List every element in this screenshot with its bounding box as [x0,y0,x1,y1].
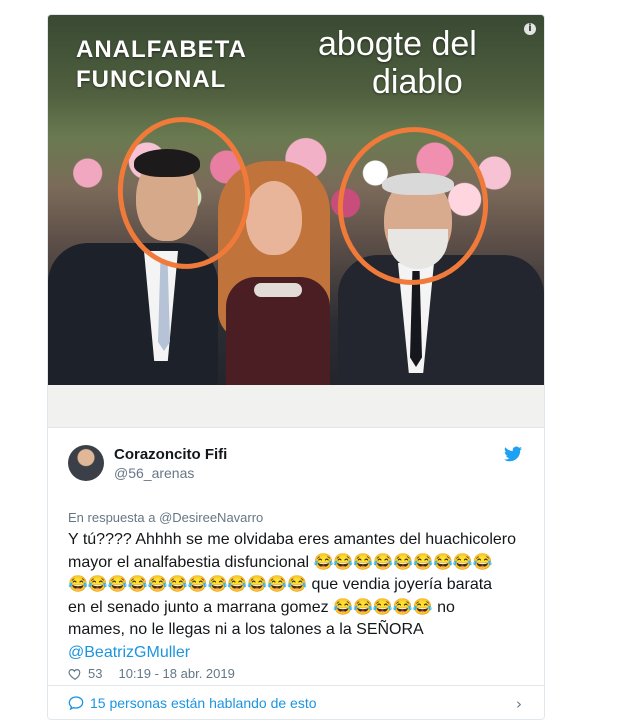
annotation-label-right: abogte del diablo [318,25,477,101]
tweet-body: Corazoncito Fifi @56_arenas En respuesta… [48,427,544,681]
info-icon[interactable]: i [524,23,536,35]
tweet-photo[interactable]: ANALFABETA FUNCIONAL abogte del diablo i [48,15,544,427]
like-count[interactable]: 53 [88,666,102,681]
reply-to-link[interactable]: @DesireeNavarro [159,510,263,525]
mention-link[interactable]: @BeatrizGMuller [68,642,528,665]
embedded-tweet-card[interactable]: ANALFABETA FUNCIONAL abogte del diablo i… [47,14,545,720]
tweet-text: Y tú???? Ahhhh se me olvidaba eres amant… [68,529,528,664]
avatar[interactable] [68,445,104,481]
conversation-footer[interactable]: 15 personas están hablando de esto › [48,685,544,719]
reply-to-line: En respuesta a @DesireeNavarro [68,510,264,525]
conversation-count-link[interactable]: 15 personas están hablando de esto [90,695,317,711]
tweet-meta: 53 10:19 - 18 abr. 2019 [68,666,235,681]
chat-bubble-icon [68,696,84,711]
chevron-right-icon[interactable]: › [516,695,522,713]
author-name[interactable]: Corazoncito Fifi [114,446,227,463]
dining-table [48,385,544,427]
tweet-timestamp[interactable]: 10:19 - 18 abr. 2019 [118,666,234,681]
annotation-label-left: ANALFABETA FUNCIONAL [76,36,247,93]
author-handle[interactable]: @56_arenas [114,465,194,481]
twitter-bird-icon[interactable] [504,446,522,462]
heart-icon[interactable] [68,667,82,681]
